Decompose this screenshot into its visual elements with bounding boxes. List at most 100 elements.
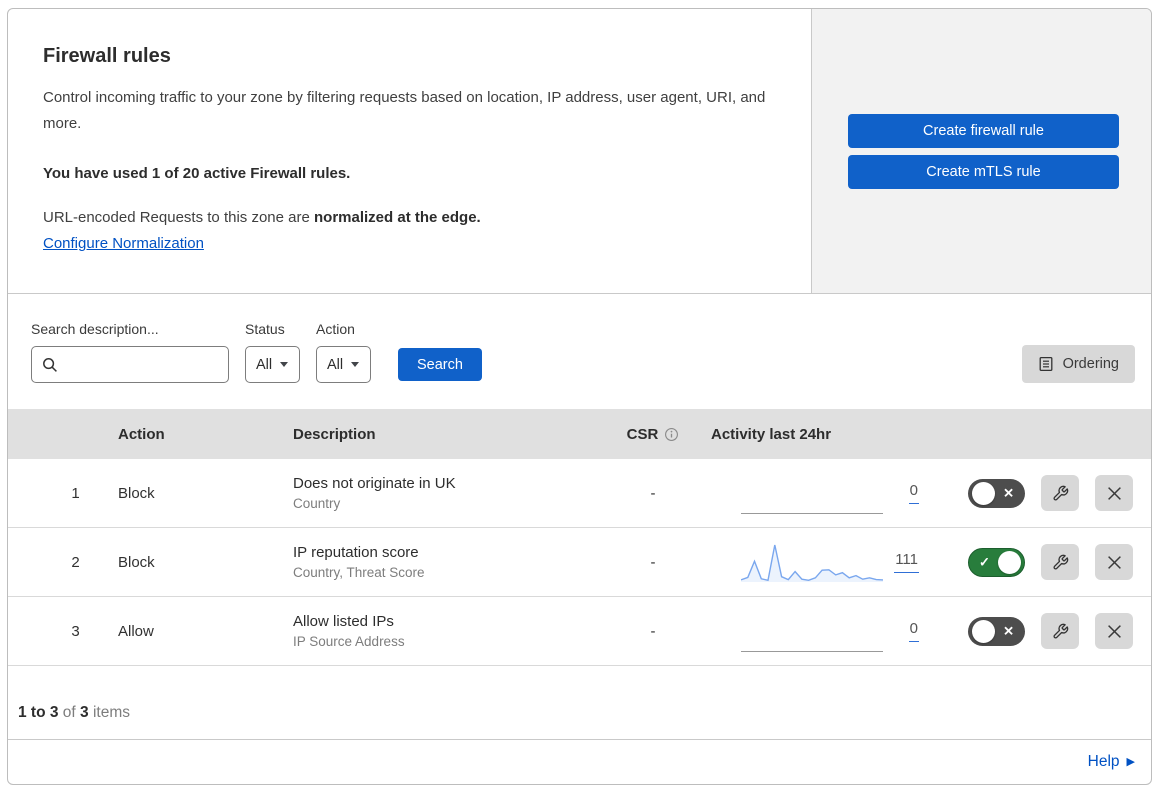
create-firewall-rule-button[interactable]: Create firewall rule (848, 113, 1119, 148)
check-icon: ✓ (979, 554, 990, 570)
normalization-text: URL-encoded Requests to this zone are (43, 209, 314, 226)
rule-description: Does not originate in UK (293, 475, 456, 492)
table-row: 3 Allow Allow listed IPs IP Source Addre… (8, 597, 1151, 666)
column-csr-label: CSR (626, 425, 659, 443)
rule-action: Block (118, 484, 155, 502)
toggle-knob (998, 550, 1021, 574)
rule-controls: ✓ ✕ (933, 544, 1151, 580)
normalization-bold: normalized at the edge. (314, 209, 481, 226)
status-dropdown-value: All (256, 356, 273, 373)
status-label: Status (245, 321, 285, 337)
search-label: Search description... (31, 321, 159, 337)
status-filter-group: Status All (245, 321, 300, 383)
activity-count-link[interactable]: 0 (908, 620, 919, 642)
rule-controls: ✓ ✕ (933, 613, 1151, 649)
toggle-knob (972, 619, 995, 643)
activity-sparkline (741, 540, 883, 584)
status-toggle[interactable]: ✓ ✕ (968, 478, 1025, 508)
rule-description: Allow listed IPs (293, 613, 394, 630)
info-icon[interactable] (664, 427, 679, 442)
status-toggle[interactable]: ✓ ✕ (968, 616, 1025, 646)
rule-controls: ✓ ✕ (933, 475, 1151, 511)
action-dropdown[interactable]: All (316, 346, 371, 383)
activity-sparkline (741, 471, 883, 515)
rule-activity-cell: 0 (703, 471, 933, 515)
table-row: 1 Block Does not originate in UK Country… (8, 459, 1151, 528)
table-body: 1 Block Does not originate in UK Country… (8, 459, 1151, 666)
page-description: Control incoming traffic to your zone by… (43, 89, 766, 132)
configure-rule-button[interactable] (1041, 475, 1079, 511)
status-dropdown[interactable]: All (245, 346, 300, 383)
close-icon (1107, 624, 1122, 639)
rule-action: Allow (118, 622, 154, 640)
wrench-icon (1052, 554, 1069, 571)
search-button[interactable]: Search (398, 348, 482, 381)
rule-csr-value: - (650, 484, 656, 502)
create-mtls-rule-button[interactable]: Create mTLS rule (848, 154, 1119, 189)
action-label: Action (316, 321, 355, 337)
configure-rule-button[interactable] (1041, 613, 1079, 649)
ordering-button-label: Ordering (1062, 356, 1119, 372)
header-section: Firewall rules Control incoming traffic … (8, 9, 1151, 294)
search-group: Search description... (31, 321, 229, 383)
wrench-icon (1052, 623, 1069, 640)
rule-csr-value: - (650, 622, 656, 640)
page-title: Firewall rules (43, 45, 171, 67)
rule-description-cell: Does not originate in UK Country (278, 475, 603, 511)
rule-description-cell: IP reputation score Country, Threat Scor… (278, 544, 603, 580)
rule-priority: 3 (71, 622, 80, 640)
close-icon (1107, 486, 1122, 501)
filter-bar: Search description... Status All Action … (8, 294, 1151, 409)
activity-count-link[interactable]: 111 (894, 551, 919, 573)
normalization-note: URL-encoded Requests to this zone are no… (43, 209, 781, 226)
close-icon (1107, 555, 1122, 570)
right-triangle-icon: ▶ (1126, 755, 1135, 768)
rule-description-cell: Allow listed IPs IP Source Address (278, 613, 603, 649)
chevron-down-icon (280, 362, 289, 367)
wrench-icon (1052, 485, 1069, 502)
items-range: 1 to 3 (18, 704, 59, 721)
action-dropdown-value: All (327, 356, 344, 373)
x-icon: ✕ (1003, 623, 1014, 639)
action-panel: Create firewall rule Create mTLS rule (811, 9, 1151, 293)
delete-rule-button[interactable] (1095, 613, 1133, 649)
table-header-row: Action Description CSR Activity last 24h… (8, 409, 1151, 459)
ordering-button[interactable]: Ordering (1021, 345, 1135, 383)
column-description: Description (293, 425, 376, 443)
status-toggle[interactable]: ✓ ✕ (968, 547, 1025, 577)
activity-sparkline (741, 609, 883, 653)
rule-description: IP reputation score (293, 544, 419, 561)
rule-priority: 2 (71, 553, 80, 571)
rule-action: Block (118, 553, 155, 571)
activity-count-link[interactable]: 0 (908, 482, 919, 504)
search-icon (42, 357, 58, 373)
action-filter-group: Action All (316, 321, 371, 383)
rule-activity-cell: 111 (703, 540, 933, 584)
usage-summary: You have used 1 of 20 active Firewall ru… (43, 165, 351, 182)
column-activity: Activity last 24hr (711, 425, 832, 443)
rule-fields: IP Source Address (293, 634, 405, 649)
header-text: Firewall rules Control incoming traffic … (8, 9, 811, 293)
column-csr: CSR (603, 426, 703, 443)
search-input-wrapper (31, 346, 229, 383)
firewall-rules-card: Firewall rules Control incoming traffic … (7, 8, 1152, 785)
items-word: items (88, 704, 130, 721)
toggle-knob (972, 481, 995, 505)
rule-fields: Country (293, 496, 341, 511)
items-total: 3 (80, 704, 89, 721)
rule-csr-value: - (650, 553, 656, 571)
help-link[interactable]: Help ▶ (1088, 753, 1135, 771)
search-input[interactable] (66, 355, 218, 374)
rule-activity-cell: 0 (703, 609, 933, 653)
rule-priority: 1 (71, 484, 80, 502)
delete-rule-button[interactable] (1095, 544, 1133, 580)
items-of: of (58, 704, 81, 721)
x-icon: ✕ (1003, 485, 1014, 501)
delete-rule-button[interactable] (1095, 475, 1133, 511)
configure-normalization-link[interactable]: Configure Normalization (43, 235, 204, 252)
configure-rule-button[interactable] (1041, 544, 1079, 580)
help-footer: Help ▶ (8, 739, 1151, 784)
pagination-summary: 1 to 3 of 3 items (8, 666, 1151, 739)
chevron-down-icon (351, 362, 360, 367)
column-action: Action (118, 425, 165, 443)
